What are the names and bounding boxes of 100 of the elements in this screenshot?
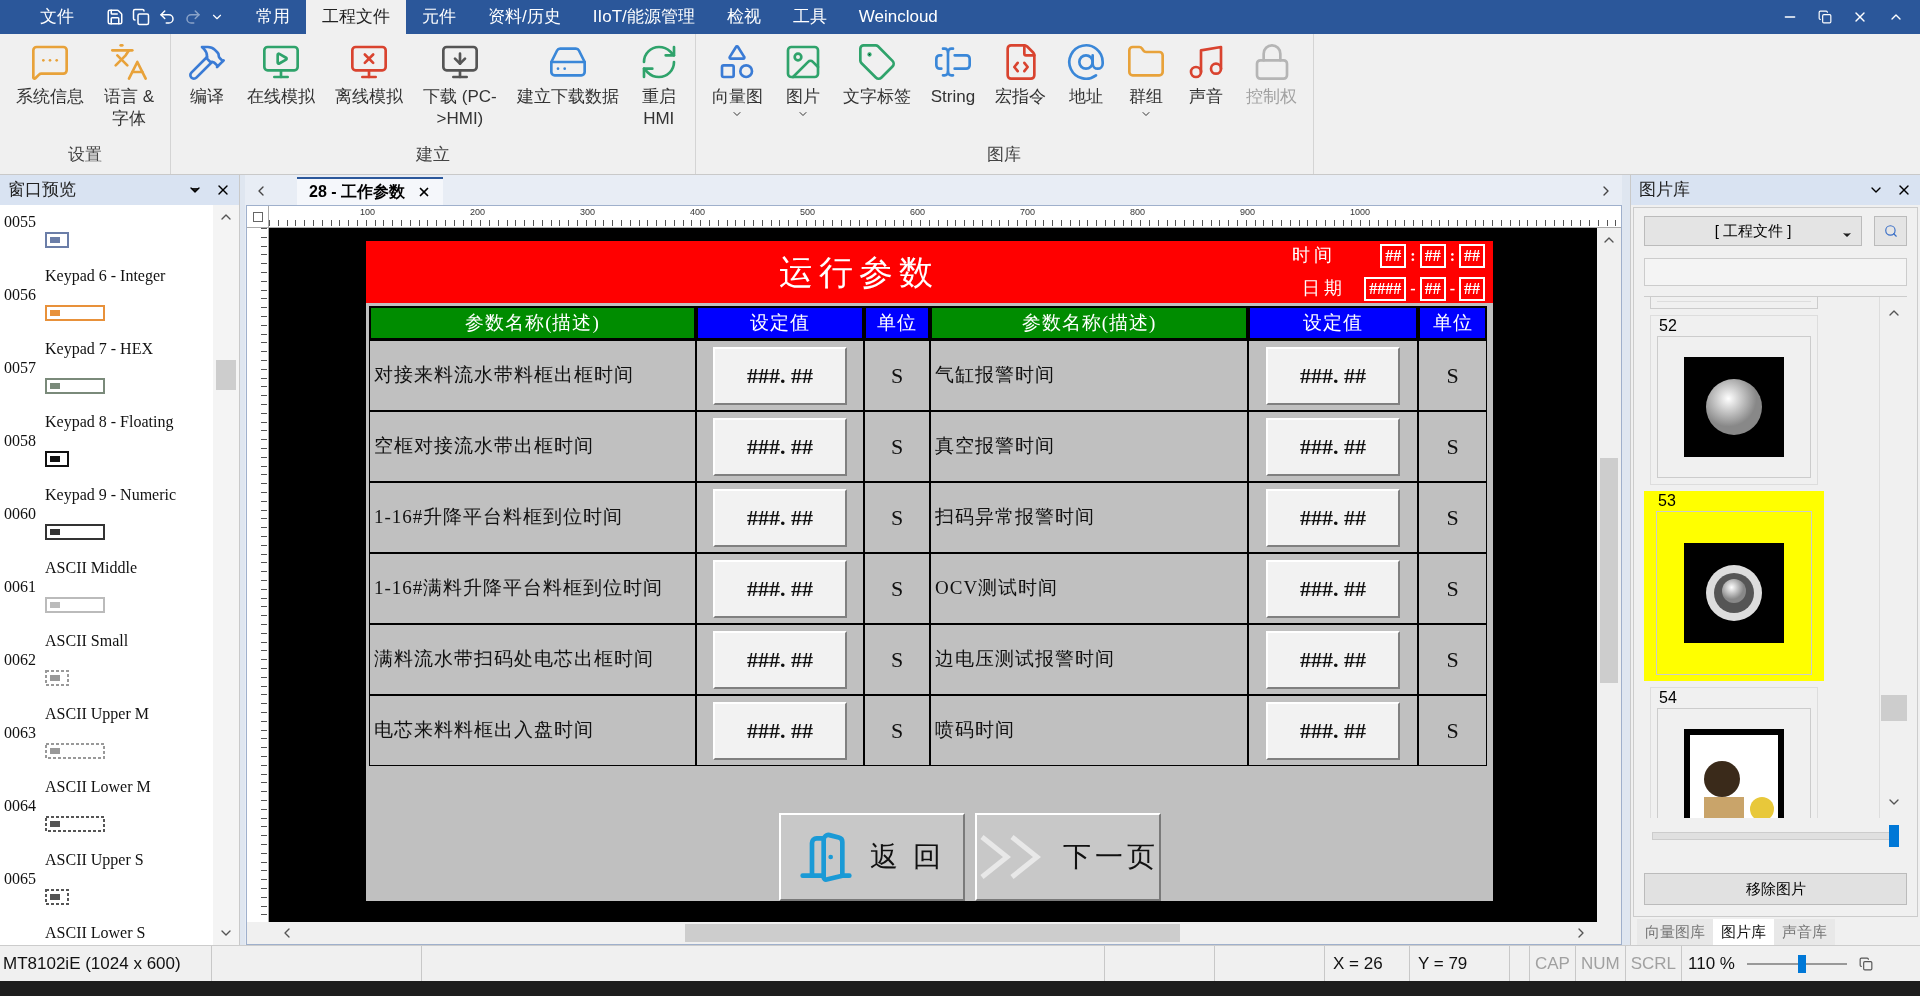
value-display[interactable]: ###. ## [1266, 488, 1400, 547]
ribbon-button[interactable]: 群组 [1118, 42, 1175, 120]
scroll-thumb[interactable] [685, 924, 1180, 942]
picture-number: 54 [1658, 688, 1678, 708]
ribbon-group-label: 建立 [414, 144, 451, 166]
window-name[interactable]: Keypad 9 - Numeric [0, 485, 213, 505]
search-field[interactable] [1644, 258, 1907, 286]
scroll-thumb[interactable] [216, 360, 236, 390]
value-display[interactable]: ###. ## [713, 417, 847, 476]
scrollbar[interactable] [1879, 297, 1907, 818]
document-tab[interactable]: 28 - 工作参数 [297, 177, 443, 205]
window-name[interactable]: Keypad 7 - HEX [0, 339, 213, 359]
ribbon-button[interactable]: 编译 [179, 42, 236, 108]
thumbnail-icon [45, 377, 105, 395]
value-display[interactable]: ###. ## [713, 701, 847, 760]
ribbon-button[interactable]: 语言 & 字体 [96, 42, 163, 130]
panel-title: 窗口预览 [8, 179, 76, 202]
window-name[interactable]: ASCII Upper M [0, 704, 213, 724]
ribbon-button[interactable]: 下载 (PC- >HMI) [415, 42, 505, 130]
menu-tab[interactable]: 资料/历史 [472, 0, 577, 34]
unit-label: S [890, 362, 904, 390]
column-header: 设定值 [1248, 306, 1418, 340]
ribbon-button[interactable]: 系统信息 [8, 42, 92, 108]
parameter-name: 1-16#满料升降平台料框到位时间 [374, 576, 664, 601]
window-name[interactable]: ASCII Small [0, 631, 213, 651]
window-name[interactable]: Keypad 8 - Floating [0, 412, 213, 432]
key-indicator: CAP [1535, 952, 1570, 975]
menu-tab[interactable]: 文件 [24, 0, 90, 34]
menu-tab[interactable]: IIoT/能源管理 [576, 0, 711, 34]
ribbon-button[interactable]: 声音 [1178, 42, 1235, 108]
redo-icon[interactable] [184, 8, 202, 26]
value-display[interactable]: ###. ## [1266, 630, 1400, 689]
library-tab[interactable]: 图片库 [1713, 919, 1774, 945]
slider-thumb[interactable] [1889, 825, 1899, 847]
save-icon[interactable] [106, 8, 124, 26]
window-name[interactable]: ASCII Upper S [0, 850, 213, 870]
parameter-name: 满料流水带扫码处电芯出框时间 [374, 647, 654, 672]
ribbon-button[interactable]: 建立下载数据 [508, 42, 627, 108]
library-tab[interactable]: 向量图库 [1637, 919, 1713, 945]
value-display[interactable]: ###. ## [1266, 701, 1400, 760]
menu-tab[interactable]: 检视 [710, 0, 777, 34]
parameter-name: 扫码异常报警时间 [935, 505, 1095, 530]
restore-icon[interactable] [1818, 10, 1832, 24]
value-display[interactable]: ###. ## [1266, 346, 1400, 405]
tag-icon [856, 42, 897, 82]
ribbon-button[interactable]: 在线模拟 [239, 42, 324, 108]
parameter-name: 空框对接流水带出框时间 [374, 434, 594, 459]
undo-icon[interactable] [158, 8, 176, 26]
window-name[interactable]: ASCII Middle [0, 558, 213, 578]
parameter-name: 气缸报警时间 [935, 363, 1055, 388]
column-header: 参数名称(描述) [930, 306, 1248, 340]
value-display[interactable]: ###. ## [1266, 559, 1400, 618]
ribbon-button[interactable]: 向量图 [703, 42, 771, 120]
scroll-thumb[interactable] [1600, 458, 1618, 683]
value-display[interactable]: ###. ## [713, 488, 847, 547]
value-display[interactable]: ###. ## [713, 630, 847, 689]
next-page-button[interactable]: 下一页 [974, 813, 1161, 901]
ribbon-button[interactable]: String [922, 42, 984, 108]
window-name[interactable]: Keypad 6 - Integer [0, 266, 213, 286]
menu-tab[interactable]: 工具 [776, 0, 843, 34]
size-slider[interactable] [1652, 825, 1899, 847]
panel-title: 图片库 [1639, 179, 1690, 202]
window-name[interactable]: ASCII Lower S [0, 923, 213, 943]
remove-picture-button[interactable]: 移除图片 [1644, 873, 1907, 905]
slider-thumb[interactable] [1797, 954, 1806, 973]
window-name[interactable]: ASCII Lower M [0, 777, 213, 797]
menu-tab[interactable]: 元件 [406, 0, 472, 34]
parameter-name: 喷码时间 [935, 718, 1015, 743]
ruler-label: 400 [690, 206, 707, 218]
value-display[interactable]: ###. ## [713, 559, 847, 618]
source-dropdown[interactable]: [ 工程文件 ] [1644, 216, 1862, 246]
ribbon-button[interactable]: 图片 [774, 42, 831, 120]
ruler-corner-icon[interactable] [252, 211, 263, 222]
library-tab[interactable]: 声音库 [1774, 919, 1835, 945]
ribbon-button[interactable]: 宏指令 [987, 42, 1055, 108]
ribbon-button[interactable]: 文字标签 [834, 42, 919, 108]
value-display[interactable]: ###. ## [713, 346, 847, 405]
picture-item[interactable]: 53 [1644, 491, 1824, 681]
ribbon-button[interactable]: 离线模拟 [327, 42, 412, 108]
ribbon-button[interactable]: 重启 HMI [630, 42, 687, 130]
picture-item[interactable]: 52 [1650, 315, 1818, 485]
zoom-slider[interactable] [1747, 954, 1847, 973]
close-tab-icon[interactable] [417, 185, 431, 199]
ruler-label: 800 [1130, 206, 1147, 218]
scrollbar[interactable] [247, 922, 1621, 944]
scrollbar[interactable] [213, 205, 239, 945]
menu-tab[interactable]: Weincloud [842, 0, 954, 34]
ribbon-group-label: 设置 [67, 144, 104, 166]
menu-tab[interactable]: 常用 [240, 0, 306, 34]
column-header: 设定值 [696, 306, 864, 340]
back-button[interactable]: 返 回 [778, 813, 965, 901]
ribbon-button[interactable]: 地址 [1058, 42, 1115, 108]
scroll-thumb[interactable] [1880, 694, 1907, 721]
value-display[interactable]: ###. ## [1266, 417, 1400, 476]
scrollbar[interactable] [1597, 228, 1621, 922]
menu-tab[interactable]: 工程文件 [306, 0, 406, 34]
thumbnail-icon [45, 304, 105, 322]
date-label: 日期 [1302, 277, 1347, 300]
separator: - [1410, 278, 1416, 299]
canvas[interactable] [269, 228, 1597, 922]
